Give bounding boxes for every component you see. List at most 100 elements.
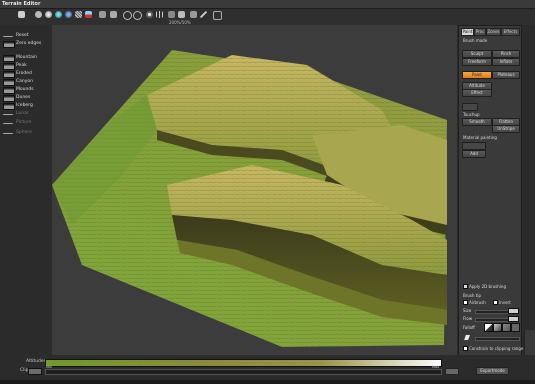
inflate-button[interactable]: Inflate [492,58,520,66]
preset-label: Reset [16,33,29,38]
preset-label: Picture [16,120,32,125]
lunar-icon [3,111,13,115]
altitudes-label: Altitudes [26,359,46,364]
invert-checkbox[interactable] [493,300,498,305]
brush-mode-title: Brush mode [463,38,488,43]
apply-2d-label: Apply 2D brushing [469,284,506,289]
falloff-label: Falloff [463,325,475,330]
apply-2d-checkbox[interactable] [463,284,468,289]
picture-icon [3,120,13,124]
effect-button[interactable]: Effect [462,89,492,97]
clip-value-field[interactable] [28,368,42,375]
tab-paint[interactable]: Paint [461,28,474,36]
preset-canyon[interactable]: Canyon [3,78,51,86]
preset-eroded[interactable]: Eroded [3,70,51,78]
preset-label: Mountain [16,55,37,60]
status-footer [0,380,535,384]
preset-lunar[interactable]: Lunar [3,110,51,118]
tab-effects[interactable]: Effects [501,28,520,36]
size-value-field[interactable] [508,308,519,314]
preset-reset[interactable]: Reset [3,32,51,40]
size-slider[interactable] [475,310,509,314]
brush-settings-panel: Paint Proc Zones Effects Brush mode Scul… [458,25,523,357]
preset-label: Mounds [16,87,34,92]
invert-label: Invert [499,300,511,305]
preset-mounds[interactable]: Mounds [3,86,51,94]
preset-zero-edges[interactable]: Zero edges [3,40,51,48]
preset-label: Canyon [16,79,34,84]
plateaus-button[interactable]: Plateaus [492,71,520,79]
disabled-option-button [462,103,478,111]
panel-tabs: Paint Proc Zones Effects [461,28,520,36]
copy-icon[interactable] [99,11,106,18]
clip-reset-button[interactable] [445,368,459,375]
dunes-icon [3,95,15,102]
grid-icon[interactable] [156,11,163,18]
altitude-gradient[interactable] [45,359,442,367]
tab-zones[interactable]: Zones [486,28,501,36]
preset-mountain[interactable]: Mountain [3,54,51,62]
material-slot[interactable] [462,142,486,150]
preset-peak[interactable]: Peak [3,62,51,70]
paste-icon[interactable] [110,11,117,18]
airbrush-checkbox[interactable] [463,300,468,305]
pattern-icon[interactable] [75,11,82,18]
canyon-icon [3,79,15,86]
falloff-hard-icon[interactable] [484,323,493,332]
terrain-render[interactable] [52,25,457,355]
undo-icon[interactable] [123,11,132,20]
sphere-icon [3,130,13,134]
flow-slider[interactable] [475,318,509,322]
paint-button[interactable]: Paint [462,71,492,79]
landscape-icon[interactable] [85,11,92,18]
globe-icon[interactable] [65,11,72,18]
add-material-button[interactable]: Add [462,150,486,158]
freeform-button[interactable]: Freeform [462,58,492,66]
preset-label: Sphere [16,130,32,135]
move-icon[interactable] [35,11,42,18]
terrain-3d-viewport[interactable] [52,25,457,355]
preset-label: Dunes [16,95,31,100]
preset-sphere[interactable]: Sphere [3,129,51,137]
preset-picture[interactable]: Picture [3,119,51,127]
preset-label: Lunar [16,111,29,116]
settings-icon[interactable] [146,11,153,18]
pen-icon [464,335,470,340]
preset-dunes[interactable]: Dunes [3,94,51,102]
hill-icon [3,41,15,48]
link-icon[interactable] [213,11,222,20]
brush-icon[interactable] [190,11,197,18]
touchup-title: Touchup [463,112,480,117]
preset-label: Eroded [16,71,32,76]
unstripe-button[interactable]: UnStripe [492,125,520,133]
pinch-button[interactable]: Pinch [492,50,520,58]
flow-label: Flow [463,316,473,321]
window-title: Terrain Editor [2,1,41,7]
mounds-icon [3,87,15,94]
mountain-tool-icon[interactable] [18,11,25,18]
sculpt-button[interactable]: Sculpt [462,50,492,58]
clip-range-slider[interactable] [45,369,442,375]
sphere-icon[interactable] [45,11,52,18]
size-label: Size [463,308,472,313]
flow-value-field[interactable] [508,316,519,322]
pencil-icon[interactable] [200,11,207,18]
falloff-soft-icon[interactable] [493,323,502,332]
window-title-bar: Terrain Editor [0,0,535,9]
preset-iceberg[interactable]: Iceberg [3,102,51,110]
export-button[interactable]: Exportmode [476,367,509,375]
zoom-out-icon[interactable] [178,11,185,18]
color-sphere-icon[interactable] [55,11,62,18]
pressure-slider[interactable] [475,337,520,341]
tab-proc[interactable]: Proc [474,28,486,36]
airbrush-label: Airbrush [469,300,486,305]
smooth-button[interactable]: Smooth [462,118,492,126]
falloff-smooth-icon[interactable] [502,323,511,332]
line-icon [3,33,13,37]
redo-icon[interactable] [133,11,142,20]
constrain-checkbox[interactable] [463,346,468,351]
zoom-in-icon[interactable] [168,11,175,18]
falloff-custom-icon[interactable] [511,323,520,332]
preset-label: Peak [16,63,27,68]
preset-label: Zero edges [16,41,42,46]
